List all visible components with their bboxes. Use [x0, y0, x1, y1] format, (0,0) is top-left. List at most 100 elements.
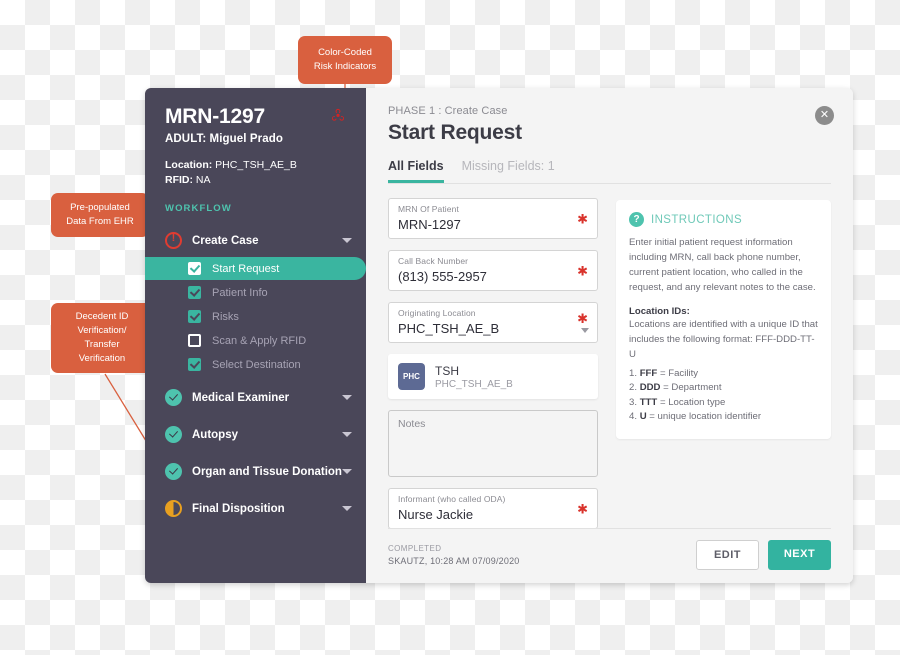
- sidebar-group-organ-tissue-donation[interactable]: Organ and Tissue Donation: [145, 456, 366, 487]
- sidebar-group-label: Create Case: [192, 234, 259, 247]
- main-body: MRN Of Patient MRN-1297 ✱ Call Back Numb…: [366, 184, 853, 528]
- chevron-down-icon[interactable]: [342, 395, 352, 401]
- search-input[interactable]: MRN-1297: [398, 217, 588, 232]
- status-detail: SKAUTZ, 10:28 AM 07/09/2020: [388, 556, 520, 566]
- location-label: Location:: [165, 159, 213, 172]
- field-label: MRN Of Patient: [398, 204, 459, 214]
- page-title-mrn: MRN-1297: [165, 105, 265, 128]
- sidebar-item-label: Risks: [212, 310, 239, 323]
- sidebar-group-label: Final Disposition: [192, 502, 285, 515]
- originating-location-select[interactable]: PHC_TSH_AE_B: [398, 321, 588, 336]
- checkbox-unchecked-icon[interactable]: [188, 334, 201, 348]
- field-informant[interactable]: Informant (who called ODA) Nurse Jackie …: [388, 488, 598, 528]
- callout-text: Color-Coded Risk Indicators: [313, 47, 377, 72]
- field-label: Originating Location: [398, 308, 476, 318]
- footer-buttons: EDIT NEXT: [696, 540, 831, 570]
- instructions-title: INSTRUCTIONS: [651, 213, 743, 226]
- list-code: TTT: [639, 396, 658, 408]
- patient-name: ADULT: Miguel Prado: [165, 133, 283, 146]
- location-id: PHC_TSH_AE_B: [435, 378, 513, 390]
- main-header: PHASE 1 : Create Case Start Request ✕ Al…: [366, 88, 853, 184]
- instructions-panel: ? INSTRUCTIONS Enter initial patient req…: [616, 200, 831, 439]
- notes-textarea[interactable]: Notes: [388, 410, 598, 477]
- chevron-down-icon[interactable]: [342, 506, 352, 512]
- main-panel: PHASE 1 : Create Case Start Request ✕ Al…: [366, 88, 853, 583]
- checkbox-checked-icon[interactable]: [188, 262, 201, 276]
- list-desc: = Location type: [657, 396, 726, 408]
- field-originating-location[interactable]: Originating Location PHC_TSH_AE_B ✱: [388, 302, 598, 343]
- sidebar-header: MRN-1297 ADULT: Miguel Prado Location: P…: [145, 105, 366, 214]
- sidebar-item-patient-info[interactable]: Patient Info: [145, 281, 366, 304]
- app-window: MRN-1297 ADULT: Miguel Prado Location: P…: [145, 88, 853, 583]
- check-circle-icon: [165, 463, 182, 481]
- chevron-down-icon[interactable]: [342, 432, 352, 438]
- sidebar-group-medical-examiner[interactable]: Medical Examiner: [145, 382, 366, 413]
- sidebar-item-scan-apply-rfid[interactable]: Scan & Apply RFID: [145, 329, 366, 352]
- list-code: U: [639, 411, 647, 423]
- half-circle-icon: [165, 500, 182, 518]
- tab-bar: All Fields Missing Fields: 1: [388, 159, 831, 184]
- status-block: COMPLETED SKAUTZ, 10:28 AM 07/09/2020: [388, 544, 519, 566]
- next-button[interactable]: NEXT: [768, 540, 831, 570]
- sidebar-group-label: Medical Examiner: [192, 391, 290, 404]
- list-code: DDD: [639, 382, 661, 394]
- form-column: MRN Of Patient MRN-1297 ✱ Call Back Numb…: [388, 198, 598, 528]
- list-item: 3. TTT = Location type: [629, 396, 818, 410]
- chevron-down-icon[interactable]: [581, 328, 589, 333]
- sidebar-group-label: Organ and Tissue Donation: [192, 465, 342, 478]
- instructions-column: ? INSTRUCTIONS Enter initial patient req…: [616, 198, 831, 528]
- checkbox-checked-icon[interactable]: [188, 310, 201, 324]
- rfid-value: NA: [195, 174, 211, 187]
- sidebar: MRN-1297 ADULT: Miguel Prado Location: P…: [145, 88, 366, 583]
- sidebar-item-label: Scan & Apply RFID: [212, 334, 307, 347]
- close-icon[interactable]: ✕: [815, 106, 834, 125]
- sidebar-group-label: Autopsy: [192, 428, 238, 441]
- required-marker: ✱: [577, 501, 588, 516]
- callout-decedent-id-verification: Decedent ID Verification/ Transfer Verif…: [51, 303, 153, 373]
- sidebar-item-start-request[interactable]: Start Request: [145, 257, 366, 281]
- sidebar-group-autopsy[interactable]: Autopsy: [145, 419, 366, 450]
- question-mark-icon: ?: [629, 212, 644, 227]
- field-label: Informant (who called ODA): [398, 494, 506, 504]
- breadcrumb-phase: PHASE 1 : Create Case: [388, 105, 508, 117]
- location-block: Location: PHC_TSH_AE_B RFID: NA: [165, 158, 346, 188]
- tab-all-fields[interactable]: All Fields: [388, 159, 444, 183]
- checkbox-checked-icon[interactable]: [188, 358, 201, 372]
- list-item: 1. FFF = Facility: [629, 367, 818, 381]
- sidebar-group-create-case[interactable]: Create Case: [145, 225, 366, 256]
- field-call-back-number[interactable]: Call Back Number (813) 555-2957 ✱: [388, 250, 598, 291]
- instructions-body: Locations are identified with a unique I…: [629, 319, 818, 361]
- informant-input[interactable]: Nurse Jackie: [398, 507, 588, 522]
- instructions-header: ? INSTRUCTIONS: [629, 212, 818, 227]
- field-mrn-of-patient[interactable]: MRN Of Patient MRN-1297 ✱: [388, 198, 598, 239]
- list-item: 2. DDD = Department: [629, 381, 818, 395]
- list-item: 4. U = unique location identifier: [629, 410, 818, 424]
- page-title: Start Request: [388, 121, 522, 144]
- sidebar-item-label: Start Request: [212, 262, 280, 275]
- list-desc: = unique location identifier: [646, 411, 762, 423]
- checkbox-checked-icon[interactable]: [188, 286, 201, 300]
- instructions-paragraph: Enter initial patient request informatio…: [629, 237, 816, 293]
- edit-button[interactable]: EDIT: [696, 540, 759, 570]
- sidebar-item-label: Select Destination: [212, 358, 301, 371]
- required-marker: ✱: [577, 211, 588, 226]
- main-footer: COMPLETED SKAUTZ, 10:28 AM 07/09/2020 ED…: [388, 528, 831, 583]
- sidebar-item-label: Patient Info: [212, 286, 268, 299]
- callout-text: Pre-populated Data From EHR: [66, 202, 134, 227]
- field-label: Call Back Number: [398, 256, 469, 266]
- chevron-down-icon[interactable]: [342, 469, 352, 475]
- callback-number-input[interactable]: (813) 555-2957: [398, 269, 588, 284]
- workflow-list: Create Case Start Request Patient Info R…: [145, 225, 366, 524]
- status-badge: COMPLETED: [388, 544, 442, 553]
- mrn-row: MRN-1297: [165, 105, 346, 128]
- chevron-down-icon[interactable]: [342, 238, 352, 244]
- tab-missing-fields[interactable]: Missing Fields: 1: [462, 159, 555, 183]
- alert-circle-icon: [165, 232, 182, 250]
- sidebar-item-select-destination[interactable]: Select Destination: [145, 353, 366, 376]
- sidebar-item-risks[interactable]: Risks: [145, 305, 366, 328]
- location-name: TSH: [435, 363, 459, 378]
- location-result-card[interactable]: PHC TSH PHC_TSH_AE_B: [388, 354, 598, 399]
- facility-badge: PHC: [398, 363, 425, 390]
- sidebar-group-final-disposition[interactable]: Final Disposition: [145, 493, 366, 524]
- check-circle-icon: [165, 426, 182, 444]
